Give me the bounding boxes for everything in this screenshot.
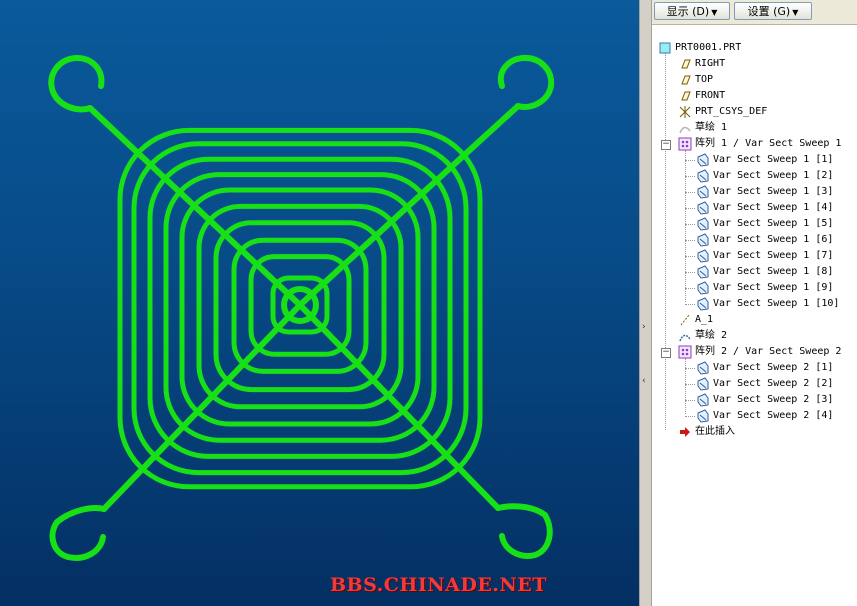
insert-arrow-icon — [680, 427, 690, 437]
sweep-feature-icon — [697, 169, 709, 183]
tree-item-sweep[interactable]: Var Sect Sweep 2 [3] — [696, 392, 833, 408]
tree-item-pattern2[interactable]: 阵列 2 / Var Sect Sweep 2 — [678, 344, 841, 360]
tree-item-pattern1[interactable]: 阵列 1 / Var Sect Sweep 1 — [678, 136, 841, 152]
hook-top-right — [497, 54, 555, 110]
sweep-feature-icon — [697, 361, 709, 375]
tree-item-axis[interactable]: A_1 — [678, 312, 713, 328]
tree-item-sweep[interactable]: Var Sect Sweep 1 [9] — [696, 280, 833, 296]
sweep-feature-icon — [697, 217, 709, 231]
tree-item-top[interactable]: TOP — [678, 72, 713, 88]
tree-connector — [685, 358, 686, 414]
tree-item-insert-here[interactable]: 在此插入 — [678, 424, 735, 440]
sweep-feature-icon — [697, 377, 709, 391]
sweep-feature-icon — [697, 201, 709, 215]
tree-item-sketch1[interactable]: 草绘 1 — [678, 120, 727, 136]
tree-item-right[interactable]: RIGHT — [678, 56, 725, 72]
sweep-feature-icon — [697, 153, 709, 167]
panel-splitter[interactable]: › ‹ — [639, 0, 652, 606]
display-menu-label: 显示 (D) — [666, 5, 710, 18]
tree-connector — [685, 224, 695, 225]
watermark-text: BBS.CHINADE.NET — [330, 574, 547, 596]
datum-axis-icon — [680, 314, 690, 326]
hook-top-left — [48, 54, 105, 113]
collapse-left-arrow-icon[interactable]: ‹ — [642, 376, 646, 386]
tree-connector — [685, 416, 695, 417]
tree-connector — [685, 150, 686, 302]
sweep-feature-icon — [697, 249, 709, 263]
tree-item-sketch2[interactable]: 草绘 2 — [678, 328, 727, 344]
sketch-icon — [679, 126, 691, 134]
sweep-feature-icon — [697, 265, 709, 279]
tree-item-sweep[interactable]: Var Sect Sweep 1 [8] — [696, 264, 833, 280]
sketch-icon — [679, 334, 691, 342]
tree-connector — [685, 384, 695, 385]
sweep-feature-icon — [697, 185, 709, 199]
tree-connector — [685, 288, 695, 289]
tree-item-sweep[interactable]: Var Sect Sweep 1 [5] — [696, 216, 833, 232]
model-tree-panel: 显示 (D) ▼ 设置 (G) ▼ PRT0001.PRT RIGHT TOP FR… — [652, 0, 857, 606]
tree-item-sweep[interactable]: Var Sect Sweep 1 [10] — [696, 296, 839, 312]
tree-connector — [685, 400, 695, 401]
pattern-icon — [678, 137, 692, 151]
sweep-feature-icon — [697, 233, 709, 247]
tree-item-sweep[interactable]: Var Sect Sweep 2 [4] — [696, 408, 833, 424]
tree-item-sweep[interactable]: Var Sect Sweep 1 [2] — [696, 168, 833, 184]
display-menu-button[interactable]: 显示 (D) ▼ — [654, 2, 730, 20]
tree-connector — [685, 304, 695, 305]
sweep-feature-icon — [697, 281, 709, 295]
tree-item-sweep[interactable]: Var Sect Sweep 2 [2] — [696, 376, 833, 392]
tree-item-sweep[interactable]: Var Sect Sweep 1 [6] — [696, 232, 833, 248]
datum-plane-icon — [681, 75, 691, 85]
collapse-pattern1-icon[interactable]: − — [661, 140, 671, 150]
hook-bottom-left — [49, 505, 107, 561]
datum-plane-icon — [681, 59, 691, 69]
datum-plane-icon — [681, 91, 691, 101]
tree-item-sweep[interactable]: Var Sect Sweep 2 [1] — [696, 360, 833, 376]
graphics-viewport[interactable]: BBS.CHINADE.NET — [0, 0, 639, 606]
tree-connector — [685, 176, 695, 177]
tree-connector — [685, 160, 695, 161]
tree-root[interactable]: PRT0001.PRT — [658, 40, 741, 56]
collapse-pattern2-icon[interactable]: − — [661, 348, 671, 358]
sweep-feature-icon — [697, 297, 709, 311]
coordinate-system-icon — [679, 106, 691, 118]
tree-item-sweep[interactable]: Var Sect Sweep 1 [4] — [696, 200, 833, 216]
tree-connector — [685, 272, 695, 273]
hook-bottom-right — [495, 503, 553, 559]
pattern-icon — [678, 345, 692, 359]
sweep-feature-icon — [697, 393, 709, 407]
tree-connector — [685, 256, 695, 257]
settings-menu-button[interactable]: 设置 (G) ▼ — [734, 2, 812, 20]
sweep-feature-icon — [697, 409, 709, 423]
tree-item-front[interactable]: FRONT — [678, 88, 725, 104]
tree-connector — [685, 192, 695, 193]
tree-item-sweep[interactable]: Var Sect Sweep 1 [1] — [696, 152, 833, 168]
dropdown-arrow-icon: ▼ — [711, 8, 718, 17]
tree-connector — [685, 368, 695, 369]
dropdown-arrow-icon: ▼ — [792, 8, 799, 17]
tree-item-sweep[interactable]: Var Sect Sweep 1 [7] — [696, 248, 833, 264]
settings-menu-label: 设置 (G) — [747, 5, 791, 18]
tree-item-sweep[interactable]: Var Sect Sweep 1 [3] — [696, 184, 833, 200]
fan-guard-model — [48, 54, 555, 561]
tree-connector — [665, 50, 666, 430]
tree-connector — [685, 208, 695, 209]
collapse-right-arrow-icon[interactable]: › — [642, 322, 646, 332]
tree-item-csys[interactable]: PRT_CSYS_DEF — [678, 104, 767, 120]
part-icon — [659, 42, 671, 54]
tree-connector — [685, 240, 695, 241]
model-tree-toolbar: 显示 (D) ▼ 设置 (G) ▼ — [652, 0, 857, 25]
